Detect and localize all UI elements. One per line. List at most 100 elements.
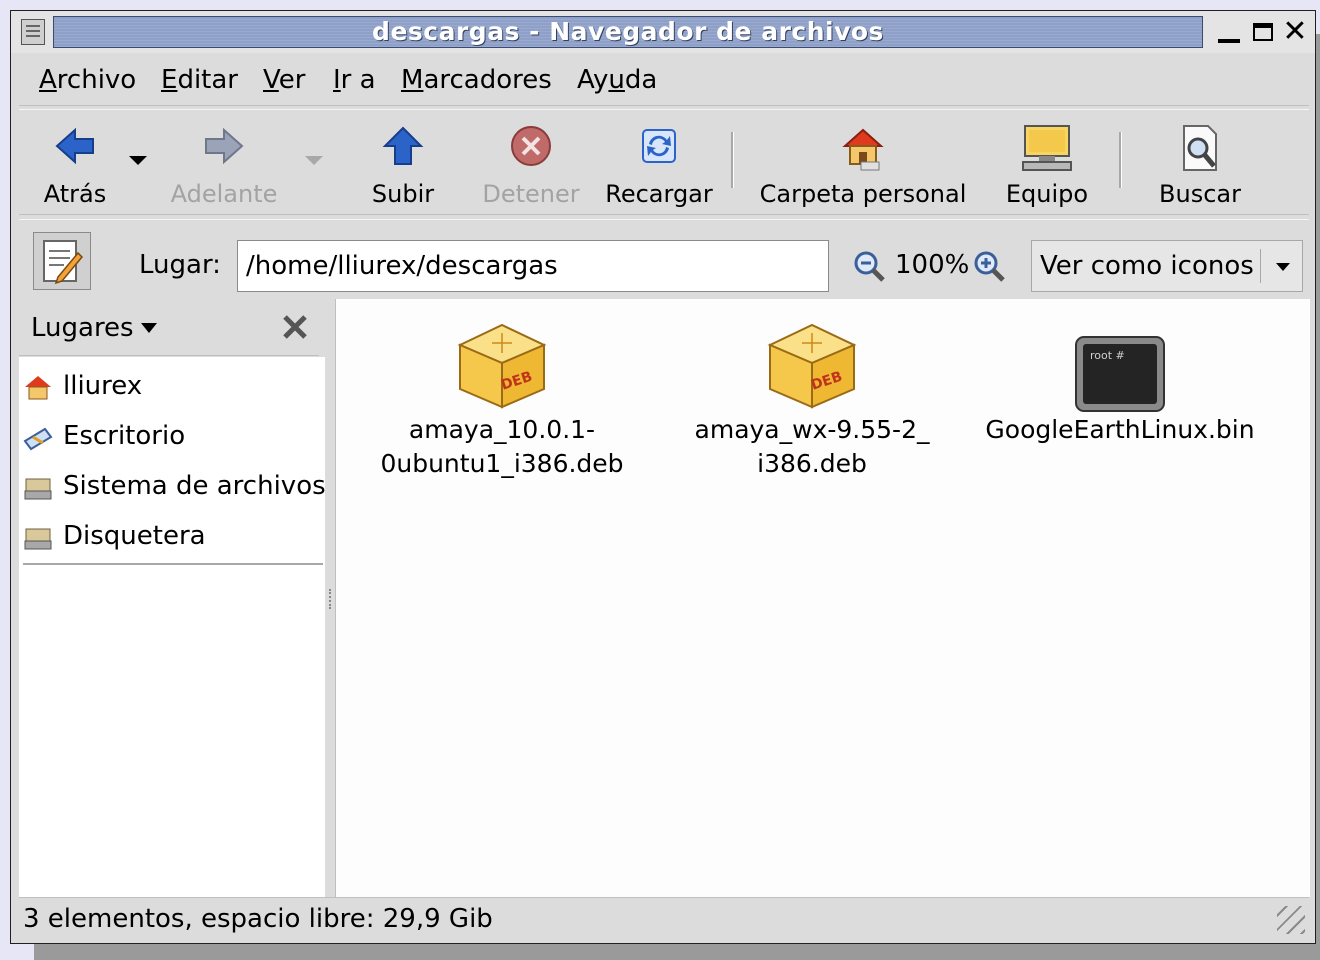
floppy-icon [24,528,52,550]
minimize-button[interactable] [1215,17,1243,47]
menu-mnemonic: M [401,65,424,95]
location-label: Lugar: [139,250,221,280]
sidebar: Lugares lliurex Escritorio Sistema de ar… [19,299,326,897]
back-arrow-icon [55,127,94,165]
sidebar-item-sistema-de-archivos[interactable]: Sistema de archivos [23,465,326,505]
sidebar-header: Lugares [19,299,319,356]
sidebar-item-escritorio[interactable]: Escritorio [23,415,323,455]
title-bar[interactable]: descargas - Navegador de archivos ✕ [11,11,1315,53]
reload-icon [642,129,676,163]
computer-button[interactable]: Equipo [995,118,1099,210]
file-name: GoogleEarthLinux.bin [985,415,1255,444]
menu-label: r a [340,65,376,95]
sidebar-divider [23,563,323,565]
menu-ayuda[interactable]: Ayuda [577,65,657,95]
location-path-input[interactable] [237,240,829,292]
title-strip[interactable]: descargas - Navegador de archivos [53,16,1203,48]
zoom-level[interactable]: 100% [895,250,969,280]
menu-archivo[interactable]: Archivo [39,65,136,95]
chevron-down-icon[interactable] [141,323,157,333]
drive-icon [24,478,52,500]
splitter-grip [329,589,333,609]
back-label: Atrás [43,180,107,208]
terminal-binary-icon: root # [1075,336,1165,412]
reload-button[interactable]: Recargar [597,118,721,210]
window-menu-button[interactable] [21,19,45,45]
menu-label: er [278,65,306,95]
menu-editar[interactable]: Editar [161,65,238,95]
menu-marcadores[interactable]: Marcadores [401,65,552,95]
sidebar-item-label: Escritorio [63,421,186,451]
menu-label: arcadores [423,65,552,95]
home-button[interactable]: Carpeta personal [749,118,977,210]
forward-history-dropdown[interactable] [305,156,323,165]
toolbar-separator [731,132,734,188]
menu-ir-a[interactable]: Ir a [333,65,376,95]
stop-button[interactable]: Detener [471,118,591,210]
menu-label: Ay [577,65,609,95]
resize-grip[interactable] [1277,906,1305,934]
stop-icon [511,126,551,166]
stop-label: Detener [482,180,580,208]
zoom-in-icon[interactable] [973,250,1005,282]
edit-note-icon [43,240,84,285]
file-icon-view[interactable]: DEB amaya_10.0.1- 0ubuntu1_i386.deb DEB … [335,299,1310,897]
close-sidebar-icon[interactable] [281,313,309,341]
reload-label: Recargar [605,180,713,208]
menu-mnemonic: A [39,65,57,95]
status-text: 3 elementos, espacio libre: 29,9 Gib [23,904,493,934]
menu-label: rchivo [56,65,137,95]
computer-label: Equipo [1005,180,1089,208]
location-bar: Lugar: 100% Ver como iconos [19,219,1309,301]
menu-mnemonic: u [608,65,625,95]
home-icon [25,376,51,400]
menu-mnemonic: I [333,65,341,95]
menu-label: ditar [177,65,238,95]
sidebar-item-lliurex[interactable]: lliurex [23,365,323,405]
chevron-down-icon [1276,263,1290,271]
forward-arrow-icon [205,127,244,165]
view-mode-value: Ver como iconos [1040,251,1254,281]
home-label: Carpeta personal [759,180,967,208]
search-label: Buscar [1159,180,1241,208]
back-history-dropdown[interactable] [129,156,147,165]
pane-splitter[interactable] [325,299,335,897]
places-list: lliurex Escritorio Sistema de archivos D… [19,357,326,897]
up-label: Subir [371,180,435,208]
terminal-prompt: root # [1090,349,1125,362]
menu-mnemonic: V [263,65,279,95]
window-title: descargas - Navegador de archivos [372,17,884,46]
home-icon [842,128,884,171]
toolbar-separator [1119,132,1122,188]
menu-label: da [624,65,658,95]
menu-mnemonic: E [161,65,178,95]
maximize-button[interactable] [1249,17,1277,47]
forward-label: Adelante [170,180,278,208]
menu-ver[interactable]: Ver [263,65,305,95]
deb-package-icon: DEB [457,323,547,409]
sidebar-item-disquetera[interactable]: Disquetera [23,515,323,555]
file-name: amaya_10.0.1- 0ubuntu1_i386.deb [380,415,624,478]
up-button[interactable]: Subir [355,118,451,210]
close-button[interactable]: ✕ [1281,17,1309,47]
deb-package-icon: DEB [767,323,857,409]
sidebar-title-dropdown[interactable]: Lugares [31,313,134,343]
sidebar-item-label: Sistema de archivos [63,471,326,501]
up-arrow-icon [382,126,424,165]
zoom-out-icon[interactable] [853,250,885,282]
location-edit-toggle[interactable] [33,232,91,290]
search-button[interactable]: Buscar [1143,118,1257,210]
file-name: amaya_wx-9.55-2_ i386.deb [694,415,930,478]
status-bar: 3 elementos, espacio libre: 29,9 Gib [19,897,1309,938]
view-mode-select[interactable]: Ver como iconos [1031,240,1303,292]
menubar: Archivo Editar Ver Ir a Marcadores Ayuda [19,55,1309,106]
sidebar-item-label: lliurex [63,371,143,401]
computer-icon [1022,125,1072,171]
toolbar: Atrás Adelante Subir Detener Recargar Ca… [19,109,1309,215]
desktop-icon [23,427,53,451]
search-icon [1183,125,1217,171]
forward-button[interactable]: Adelante [159,118,289,210]
file-browser-window: descargas - Navegador de archivos ✕ Arch… [10,10,1316,944]
sidebar-item-label: Disquetera [63,521,206,551]
back-button[interactable]: Atrás [27,118,123,210]
